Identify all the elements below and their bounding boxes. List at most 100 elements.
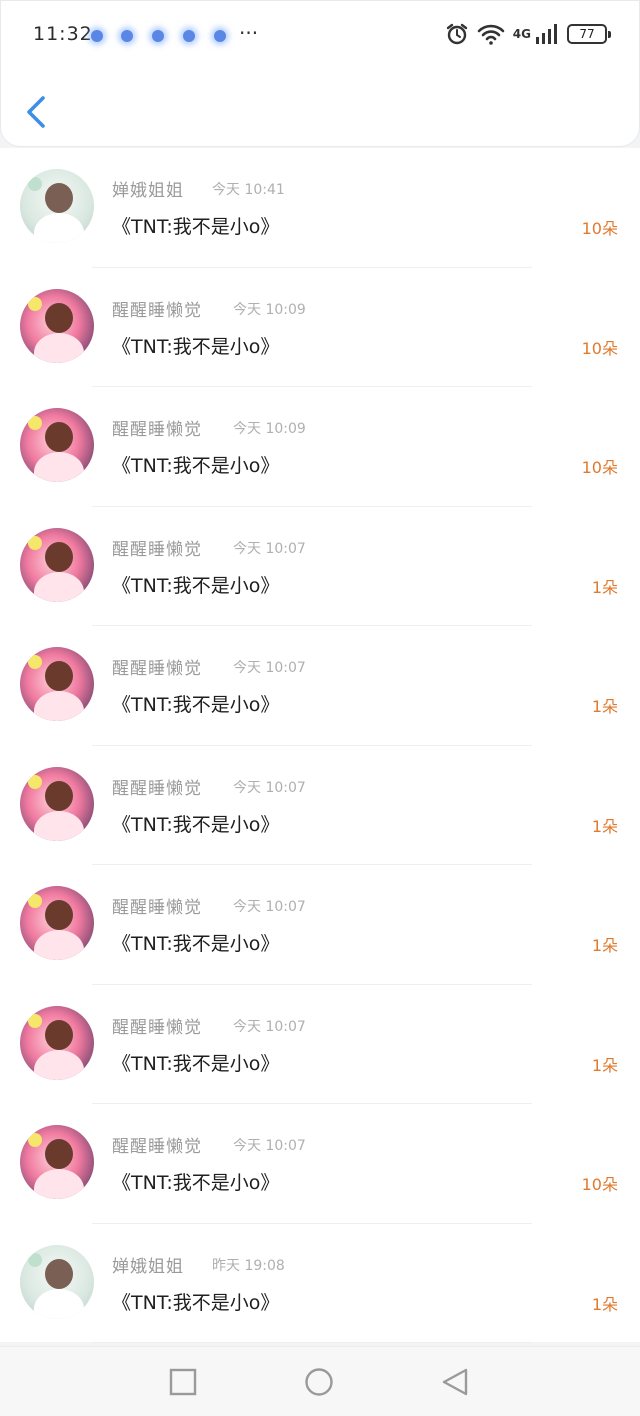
sender-name: 醒醒睡懒觉: [112, 898, 202, 918]
avatar[interactable]: [20, 886, 94, 960]
list-item[interactable]: 醒醒睡懒觉 今天 10:07 《TNT:我不是小o》 1朵: [0, 746, 640, 865]
notification-icon: [183, 30, 195, 42]
avatar-body: [34, 1169, 84, 1199]
list-item[interactable]: 醒醒睡懒觉 今天 10:07 《TNT:我不是小o》 1朵: [0, 626, 640, 746]
sender-name: 婵娥姐姐: [112, 1256, 184, 1277]
work-title: 《TNT:我不是小o》: [112, 933, 280, 955]
header-bar: 11:32 ··· 4G 77: [0, 0, 640, 147]
timestamp: 今天 10:07: [233, 540, 306, 557]
avatar-head: [45, 661, 73, 691]
chevron-left-icon: [27, 96, 45, 128]
status-bar: 11:32 ··· 4G 77: [1, 1, 640, 71]
list-item[interactable]: 醒醒睡懒觉 今天 10:09 《TNT:我不是小o》 10朵: [0, 268, 640, 387]
signal-icon: [536, 24, 557, 44]
alarm-icon: [446, 23, 467, 45]
circle-icon: [305, 1368, 333, 1396]
avatar-decor: [28, 177, 42, 191]
avatar-head: [45, 302, 73, 333]
avatar[interactable]: [20, 169, 94, 243]
avatar-body: [34, 332, 84, 363]
list-item[interactable]: 婵娥姐姐 今天 10:41 《TNT:我不是小o》 10朵: [0, 148, 640, 268]
system-navigation-bar: [0, 1346, 640, 1416]
recent-apps-button[interactable]: [168, 1367, 198, 1397]
battery-icon: 77: [567, 24, 611, 44]
sender-name: 醒醒睡懒觉: [112, 1017, 202, 1038]
timestamp: 今天 10:09: [233, 421, 306, 437]
wifi-icon: [477, 24, 505, 45]
network-type-icon: 4G: [512, 27, 531, 41]
avatar-body: [34, 810, 84, 841]
avatar[interactable]: [20, 647, 94, 721]
avatar[interactable]: [20, 1125, 94, 1199]
sender-name: 醒醒睡懒觉: [112, 1137, 202, 1157]
avatar-decor: [28, 1133, 42, 1147]
back-button[interactable]: [21, 91, 61, 133]
avatar-head: [45, 183, 73, 213]
avatar[interactable]: [20, 408, 94, 482]
list-item[interactable]: 醒醒睡懒觉 今天 10:07 《TNT:我不是小o》 1朵: [0, 507, 640, 626]
list-item[interactable]: 醒醒睡懒觉 今天 10:07 《TNT:我不是小o》 1朵: [0, 865, 640, 985]
gift-count: 10朵: [581, 458, 618, 477]
avatar-head: [45, 1258, 73, 1289]
list-item[interactable]: 醒醒睡懒觉 今天 10:09 《TNT:我不是小o》 10朵: [0, 387, 640, 507]
avatar-body: [34, 1288, 84, 1319]
timestamp: 今天 10:09: [233, 301, 306, 318]
avatar-decor: [28, 774, 42, 789]
work-title: 《TNT:我不是小o》: [112, 335, 280, 358]
avatar-decor: [28, 1252, 42, 1267]
system-icons: 4G 77: [445, 19, 611, 49]
avatar[interactable]: [20, 527, 94, 602]
avatar-head: [45, 541, 73, 572]
avatar-decor: [28, 296, 42, 311]
notification-icon: [214, 30, 226, 42]
work-title: 《TNT:我不是小o》: [112, 1052, 280, 1075]
timestamp: 今天 10:07: [233, 660, 306, 676]
avatar[interactable]: [20, 766, 94, 841]
avatar-body: [34, 213, 84, 243]
sender-name: 醒醒睡懒觉: [112, 659, 202, 679]
list-item[interactable]: 醒醒睡懒觉 今天 10:07 《TNT:我不是小o》 10朵: [0, 1104, 640, 1224]
timestamp: 今天 10:07: [233, 1018, 306, 1035]
timestamp: 今天 10:41: [212, 182, 285, 198]
avatar-decor: [28, 655, 42, 669]
list-item[interactable]: 婵娥姐姐 昨天 19:08 《TNT:我不是小o》 1朵: [0, 1224, 640, 1343]
gift-count: 10朵: [581, 338, 618, 358]
work-title: 《TNT:我不是小o》: [112, 1172, 280, 1194]
gift-count: 1朵: [591, 936, 618, 955]
work-title: 《TNT:我不是小o》: [112, 216, 280, 238]
back-nav-button[interactable]: [440, 1367, 470, 1397]
timestamp: 昨天 19:08: [212, 1257, 285, 1274]
avatar-decor: [28, 894, 42, 908]
sender-name: 婵娥姐姐: [112, 181, 184, 201]
avatar[interactable]: [20, 1244, 94, 1319]
gift-record-list: 婵娥姐姐 今天 10:41 《TNT:我不是小o》 10朵 醒醒睡懒觉 今天 10:09 《…: [0, 148, 640, 1343]
status-time: 11:32: [33, 23, 93, 45]
notification-icon: [121, 30, 133, 42]
avatar-head: [45, 900, 73, 930]
avatar[interactable]: [20, 1005, 94, 1080]
work-title: 《TNT:我不是小o》: [112, 1291, 280, 1314]
avatar-body: [34, 930, 84, 960]
list-item[interactable]: 醒醒睡懒觉 今天 10:07 《TNT:我不是小o》 1朵: [0, 985, 640, 1104]
work-title: 《TNT:我不是小o》: [112, 694, 280, 716]
avatar-decor: [28, 416, 42, 430]
timestamp: 今天 10:07: [233, 1138, 306, 1154]
divider: [92, 1342, 532, 1343]
timestamp: 今天 10:07: [233, 779, 306, 796]
sender-name: 醒醒睡懒觉: [112, 420, 202, 440]
sender-name: 醒醒睡懒觉: [112, 778, 202, 799]
avatar[interactable]: [20, 288, 94, 363]
avatar-body: [34, 571, 84, 602]
square-icon: [169, 1368, 197, 1396]
gift-count: 1朵: [591, 697, 618, 716]
avatar-decor: [28, 1013, 42, 1028]
avatar-head: [45, 780, 73, 811]
home-button[interactable]: [304, 1367, 334, 1397]
gift-count: 1朵: [591, 577, 618, 597]
sender-name: 醒醒睡懒觉: [112, 539, 202, 560]
gift-count: 10朵: [581, 1175, 618, 1194]
battery-level: 77: [579, 27, 595, 41]
avatar-body: [34, 1049, 84, 1080]
avatar-body: [34, 691, 84, 721]
avatar-head: [45, 1019, 73, 1050]
